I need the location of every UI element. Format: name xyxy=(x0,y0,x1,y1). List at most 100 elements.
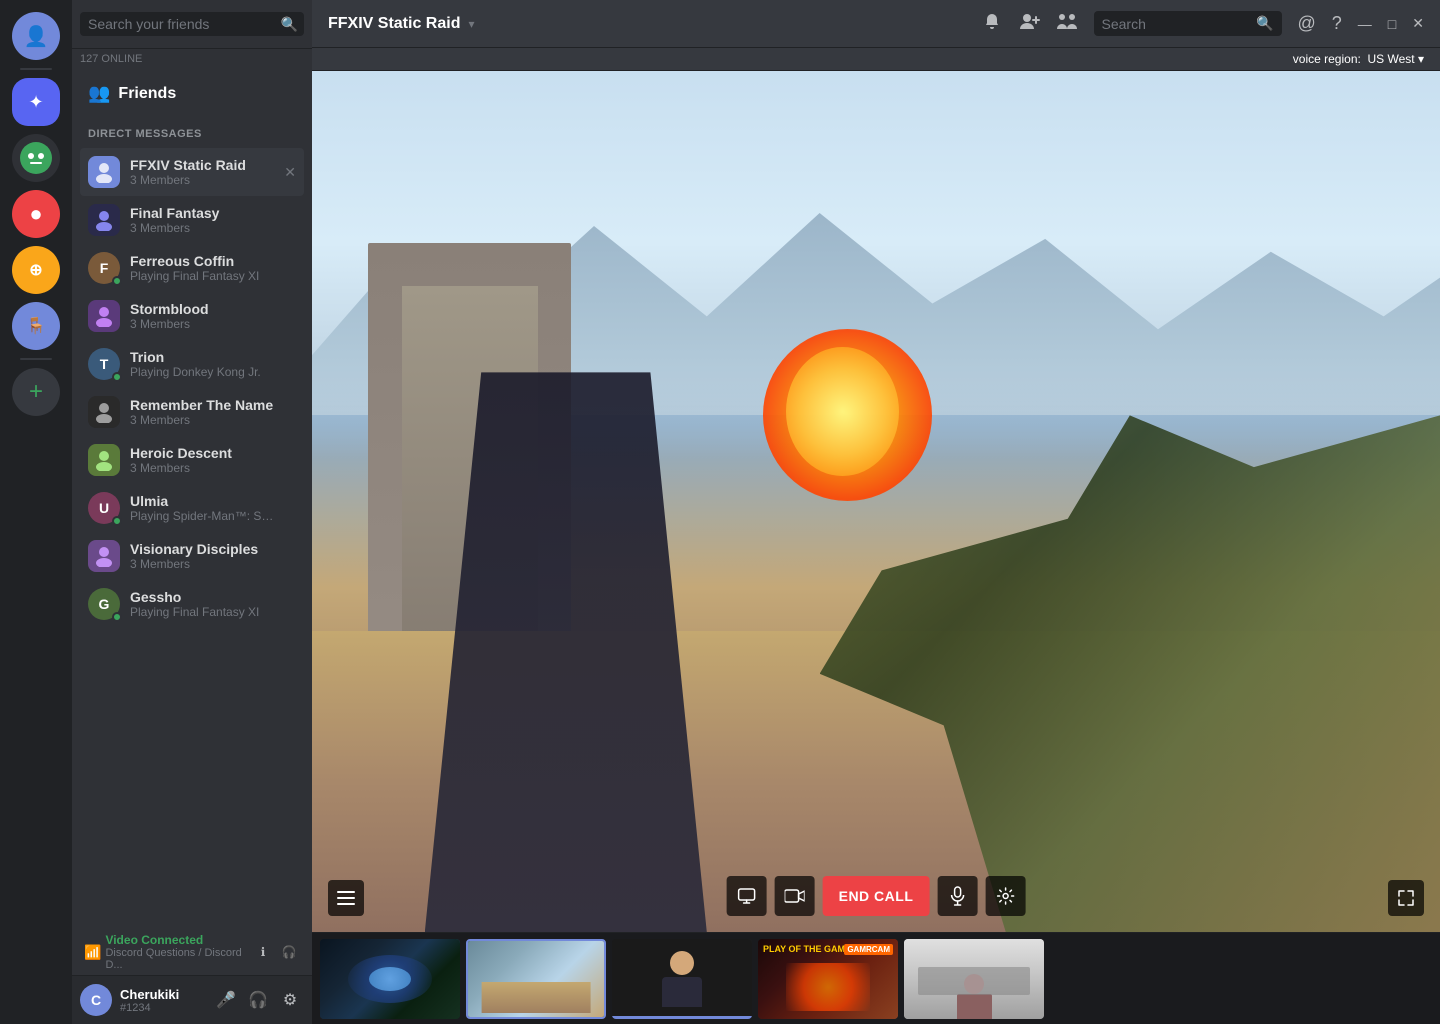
dm-name-heroic-descent: Heroic Descent xyxy=(130,445,274,461)
voice-region-bar: voice region: US West ▾ xyxy=(312,48,1440,71)
dm-item-final-fantasy[interactable]: Final Fantasy 3 Members ✕ xyxy=(80,196,304,244)
maximize-button[interactable]: □ xyxy=(1388,16,1396,32)
user-name-tag: Cherukiki #1234 xyxy=(120,987,204,1014)
dm-name-trion: Trion xyxy=(130,349,274,365)
dm-list: FFXIV Static Raid 3 Members ✕ Final Fant… xyxy=(72,144,312,923)
friends-search-input[interactable] xyxy=(80,12,304,36)
dm-item-visionary-disciples[interactable]: Visionary Disciples 3 Members ✕ xyxy=(80,532,304,580)
dm-item-gessho[interactable]: G Gessho Playing Final Fantasy XI ✕ xyxy=(80,580,304,628)
server-icon-ffxiv[interactable]: ✦ xyxy=(12,78,60,126)
thumbnail-5[interactable] xyxy=(904,939,1044,1019)
main-video: END CALL xyxy=(312,71,1440,932)
server-dropdown-arrow[interactable]: ▾ xyxy=(468,17,474,31)
dm-avatar-stormblood xyxy=(88,300,120,332)
thumbnail-4[interactable]: PLAY OF THE GAME GAMRCAM xyxy=(758,939,898,1019)
dm-subtext-ferreous-coffin: Playing Final Fantasy XI xyxy=(130,269,274,283)
dm-subtext-ulmia: Playing Spider-Man™: Shattered Dimen... xyxy=(130,509,274,523)
user-discriminator: #1234 xyxy=(120,1002,204,1014)
dm-avatar-trion: T xyxy=(88,348,120,380)
dm-close-ffxiv-static-raid[interactable]: ✕ xyxy=(284,164,296,181)
thumbnail-strip: PLAY OF THE GAME GAMRCAM xyxy=(312,932,1440,1024)
add-friend-icon[interactable] xyxy=(1018,11,1040,36)
dm-info-final-fantasy: Final Fantasy 3 Members xyxy=(130,205,274,235)
dm-subtext-heroic-descent: 3 Members xyxy=(130,461,274,475)
dm-info-remember-the-name: Remember The Name 3 Members xyxy=(130,397,274,427)
friends-header[interactable]: 👥 Friends xyxy=(72,67,312,112)
thumbnail-1[interactable] xyxy=(320,939,460,1019)
dm-item-remember-the-name[interactable]: Remember The Name 3 Members ✕ xyxy=(80,388,304,436)
friends-header-label: Friends xyxy=(118,85,176,103)
fullscreen-button[interactable] xyxy=(1388,880,1424,916)
dm-info-stormblood: Stormblood 3 Members xyxy=(130,301,274,331)
mute-button[interactable] xyxy=(937,876,977,916)
share-screen-button[interactable] xyxy=(727,876,767,916)
minimize-button[interactable]: — xyxy=(1358,16,1372,32)
settings-call-button[interactable] xyxy=(985,876,1025,916)
dm-avatar-remember-the-name xyxy=(88,396,120,428)
voice-channel-path: Discord Questions / Discord D... xyxy=(105,947,252,971)
dm-item-ulmia[interactable]: U Ulmia Playing Spider-Man™: Shattered D… xyxy=(80,484,304,532)
topbar: FFXIV Static Raid ▾ 🔍 @ ? — □ ✕ xyxy=(312,0,1440,48)
server-icon-chair[interactable]: 🪑 xyxy=(12,302,60,350)
topbar-search-input[interactable] xyxy=(1102,16,1253,32)
dm-info-ferreous-coffin: Ferreous Coffin Playing Final Fantasy XI xyxy=(130,253,274,283)
dm-subtext-ffxiv-static-raid: 3 Members xyxy=(130,173,274,187)
dm-subtext-gessho: Playing Final Fantasy XI xyxy=(130,605,274,619)
dm-subtext-remember-the-name: 3 Members xyxy=(130,413,274,427)
server-list-divider-2 xyxy=(20,358,52,360)
voice-headset-button[interactable]: 🎧 xyxy=(278,941,300,963)
dm-avatar-ffxiv-static-raid xyxy=(88,156,120,188)
thumbnail-3[interactable] xyxy=(612,939,752,1019)
close-button[interactable]: ✕ xyxy=(1412,15,1424,32)
notification-bell-icon[interactable] xyxy=(982,11,1002,36)
video-area: END CALL xyxy=(312,71,1440,1024)
voice-signal-icon: 📶 xyxy=(84,944,101,961)
user-display-name: Cherukiki xyxy=(120,987,204,1002)
dm-avatar-heroic-descent xyxy=(88,444,120,476)
voice-region-value[interactable]: US West xyxy=(1368,52,1415,66)
dm-info-trion: Trion Playing Donkey Kong Jr. xyxy=(130,349,274,379)
dm-info-heroic-descent: Heroic Descent 3 Members xyxy=(130,445,274,475)
dm-avatar-visionary-disciples xyxy=(88,540,120,572)
status-online-dot xyxy=(112,276,122,286)
dm-item-trion[interactable]: T Trion Playing Donkey Kong Jr. ✕ xyxy=(80,340,304,388)
end-call-button[interactable]: END CALL xyxy=(823,876,930,916)
add-server-button[interactable]: + xyxy=(12,368,60,416)
video-controls: END CALL xyxy=(727,876,1026,916)
settings-button[interactable]: ⚙ xyxy=(276,986,304,1014)
sidebar-toggle-button[interactable] xyxy=(328,880,364,916)
dm-item-heroic-descent[interactable]: Heroic Descent 3 Members ✕ xyxy=(80,436,304,484)
dm-item-stormblood[interactable]: Stormblood 3 Members ✕ xyxy=(80,292,304,340)
server-sidebar: 👤 ✦ ● ⊕ 🪑 + xyxy=(0,0,72,1024)
dm-info-visionary-disciples: Visionary Disciples 3 Members xyxy=(130,541,274,571)
dm-section-label: DIRECT MESSAGES xyxy=(72,112,312,144)
voice-region-dropdown[interactable]: ▾ xyxy=(1418,52,1424,66)
topbar-search-container: 🔍 xyxy=(1094,11,1282,36)
thumbnail-2[interactable] xyxy=(466,939,606,1019)
help-icon[interactable]: ? xyxy=(1332,13,1342,34)
camera-button[interactable] xyxy=(775,876,815,916)
dm-name-remember-the-name: Remember The Name xyxy=(130,397,274,413)
server-icon-overwatch[interactable]: ⊕ xyxy=(12,246,60,294)
dm-name-visionary-disciples: Visionary Disciples xyxy=(130,541,274,557)
status-online-dot-ulmia xyxy=(112,516,122,526)
topbar-search-icon: 🔍 xyxy=(1256,15,1273,32)
dm-info-ffxiv-static-raid: FFXIV Static Raid 3 Members xyxy=(130,157,274,187)
dm-info-gessho: Gessho Playing Final Fantasy XI xyxy=(130,589,274,619)
voice-info-button[interactable]: ℹ xyxy=(252,941,274,963)
topbar-right: 🔍 @ ? — □ ✕ xyxy=(982,11,1425,36)
dm-avatar-ulmia: U xyxy=(88,492,120,524)
dm-avatar-final-fantasy xyxy=(88,204,120,236)
members-list-icon[interactable] xyxy=(1056,11,1078,36)
server-icon-red[interactable]: ● xyxy=(12,190,60,238)
friends-search-icon: 🔍 xyxy=(281,16,298,33)
user-avatar: C xyxy=(80,984,112,1016)
dm-item-ffxiv-static-raid[interactable]: FFXIV Static Raid 3 Members ✕ xyxy=(80,148,304,196)
main-content: FFXIV Static Raid ▾ 🔍 @ ? — □ ✕ vo xyxy=(312,0,1440,1024)
headphone-button[interactable]: 🎧 xyxy=(244,986,272,1014)
microphone-button[interactable]: 🎤 xyxy=(212,986,240,1014)
at-icon[interactable]: @ xyxy=(1298,13,1316,34)
server-icon-robot[interactable] xyxy=(12,134,60,182)
dm-item-ferreous-coffin[interactable]: F Ferreous Coffin Playing Final Fantasy … xyxy=(80,244,304,292)
user-home-button[interactable]: 👤 xyxy=(12,12,60,60)
